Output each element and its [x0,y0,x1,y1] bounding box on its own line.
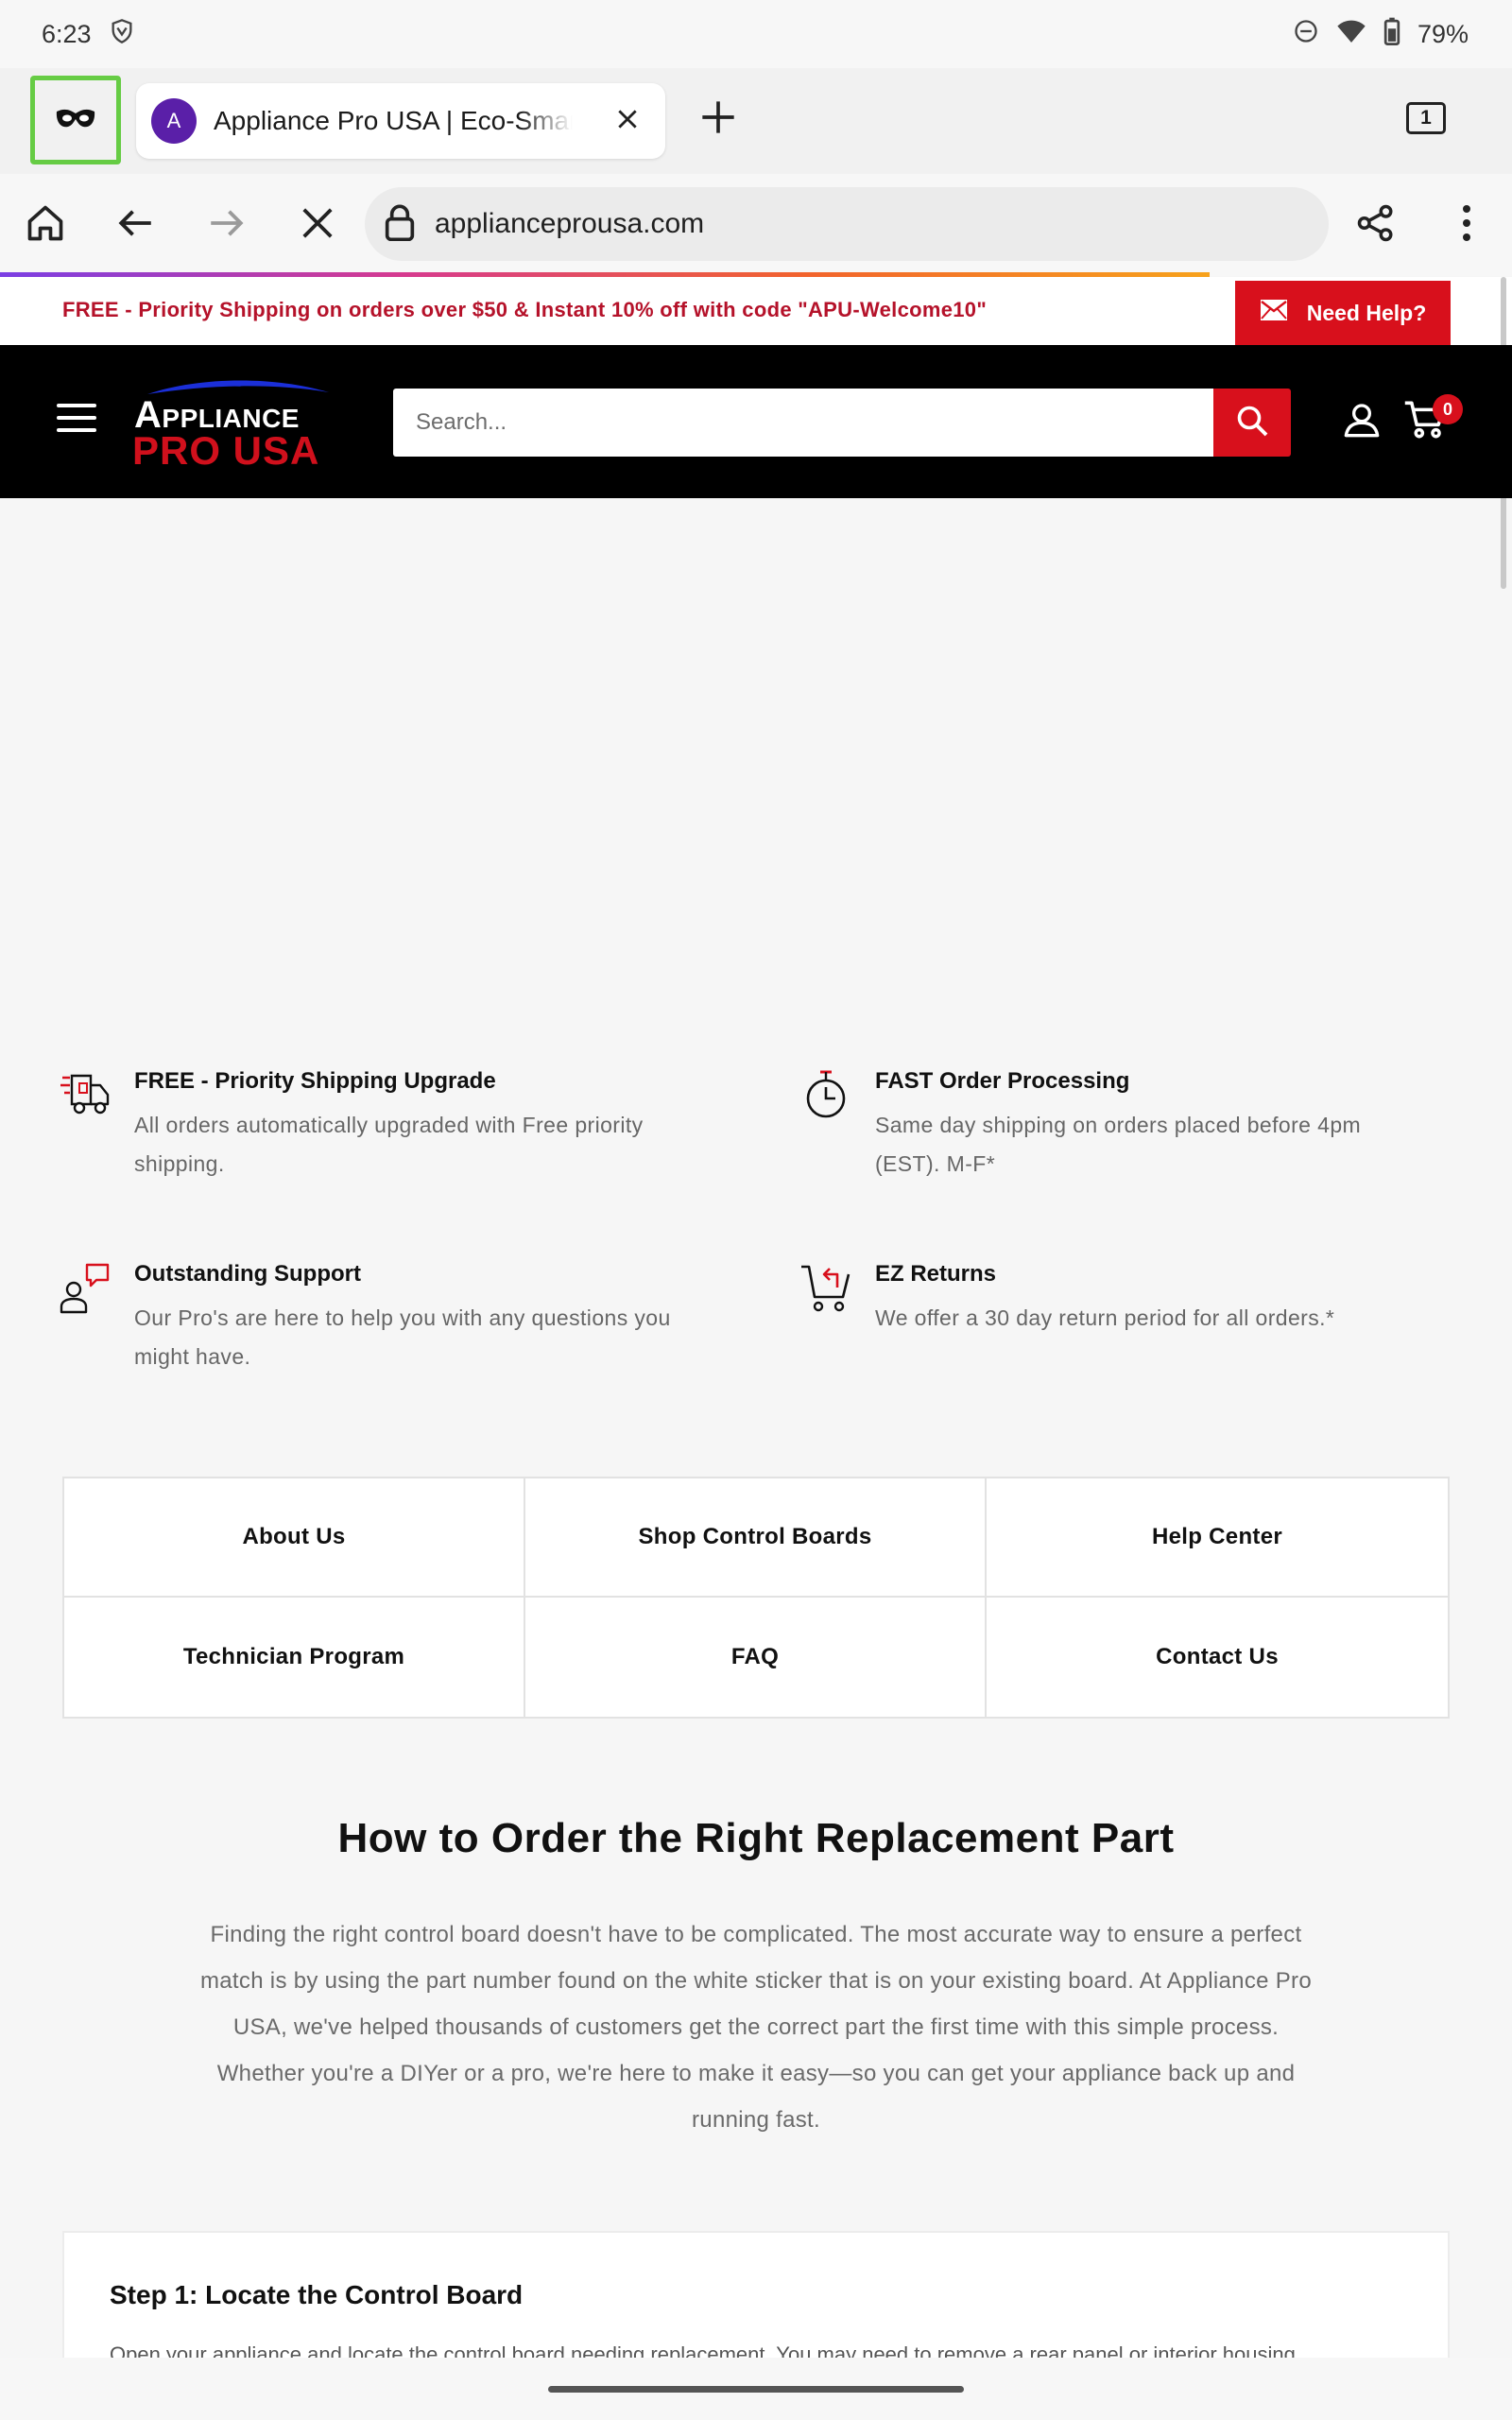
feature-title: Outstanding Support [134,1261,361,1287]
tab-strip: A Appliance Pro USA | Eco-Smart 1 [0,68,1512,174]
close-icon [300,205,335,246]
url-bar[interactable]: applianceprousa.com [365,187,1329,261]
status-bar: 6:23 79% [0,0,1512,68]
overflow-menu-button[interactable] [1440,199,1493,251]
stop-loading-button[interactable] [291,199,344,251]
link-technician-program[interactable]: Technician Program [64,1598,525,1717]
search-input[interactable] [393,389,1213,457]
arrow-left-icon [116,203,156,248]
hamburger-menu-button[interactable] [57,398,96,438]
link-shop-control-boards[interactable]: Shop Control Boards [525,1478,987,1598]
cart-return-icon [799,1261,852,1314]
incognito-mask-icon [55,106,96,135]
share-icon [1356,203,1396,248]
user-icon [1343,401,1381,443]
vpn-shield-icon [109,18,135,51]
feature-title: EZ Returns [875,1261,997,1287]
feature-description: Our Pro's are here to help you with any … [134,1305,671,1369]
cart-count-badge: 0 [1433,394,1463,424]
tab-favicon: A [151,98,197,144]
menu-icon-bar [57,404,96,407]
tab-title: Appliance Pro USA | Eco-Smart [214,106,573,135]
home-button[interactable] [19,199,72,251]
battery-percent: 79% [1417,19,1469,48]
step-title: Step 1: Locate the Control Board [110,2280,524,2309]
stopwatch-icon [799,1068,852,1121]
more-vertical-icon [1461,204,1472,247]
section-body: Finding the right control board doesn't … [199,1922,1312,2133]
lock-icon [384,203,416,246]
incognito-button[interactable] [30,76,121,164]
section-title: How to Order the Right Replacement Part [337,1815,1175,1861]
account-button[interactable] [1340,400,1383,443]
menu-icon-bar [57,416,96,420]
site-header: Appliance PRO USA 0 [0,345,1512,498]
menu-icon-bar [57,428,96,432]
do-not-disturb-icon [1293,18,1319,51]
close-icon [615,107,640,136]
search-icon [1235,404,1269,442]
share-button[interactable] [1349,199,1402,251]
announcement-text: FREE - Priority Shipping on orders over … [62,298,988,321]
plus-icon [699,98,737,141]
link-contact-us[interactable]: Contact Us [987,1598,1448,1717]
wifi-icon [1336,18,1366,51]
link-about-us[interactable]: About Us [64,1478,525,1598]
battery-icon [1383,17,1400,52]
feature-description: Same day shipping on orders placed befor… [875,1113,1362,1176]
arrow-right-icon [206,203,246,248]
quick-links-grid: About Us Shop Control Boards Help Center… [62,1477,1450,1719]
need-help-label: Need Help? [1306,300,1427,325]
feature-title: FREE - Priority Shipping Upgrade [134,1068,496,1094]
link-faq[interactable]: FAQ [525,1598,987,1717]
site-logo[interactable]: Appliance PRO USA [130,373,338,473]
tab-close-button[interactable] [609,102,646,140]
gesture-handle[interactable] [548,2386,964,2393]
tab-switcher-button[interactable]: 1 [1406,102,1446,134]
tab-active[interactable]: A Appliance Pro USA | Eco-Smart [136,83,665,159]
new-tab-button[interactable] [694,95,743,144]
search-button[interactable] [1213,389,1291,457]
system-navigation-bar [0,2358,1512,2420]
mail-icon [1260,299,1288,327]
logo-text-bottom: PRO USA [132,428,320,473]
back-button[interactable] [110,199,163,251]
browser-toolbar: applianceprousa.com [0,174,1512,276]
link-help-center[interactable]: Help Center [987,1478,1448,1598]
feature-description: We offer a 30 day return period for all … [875,1305,1335,1330]
shipping-truck-icon [59,1068,112,1121]
home-icon [25,202,66,249]
announcement-bar: FREE - Priority Shipping on orders over … [0,277,1512,345]
feature-description: All orders automatically upgraded with F… [134,1113,644,1176]
support-person-icon [59,1261,112,1314]
url-text: applianceprousa.com [435,208,705,239]
feature-title: FAST Order Processing [875,1068,1130,1094]
forward-button[interactable] [199,199,252,251]
need-help-button[interactable]: Need Help? [1235,281,1451,345]
clock: 6:23 [42,19,92,48]
